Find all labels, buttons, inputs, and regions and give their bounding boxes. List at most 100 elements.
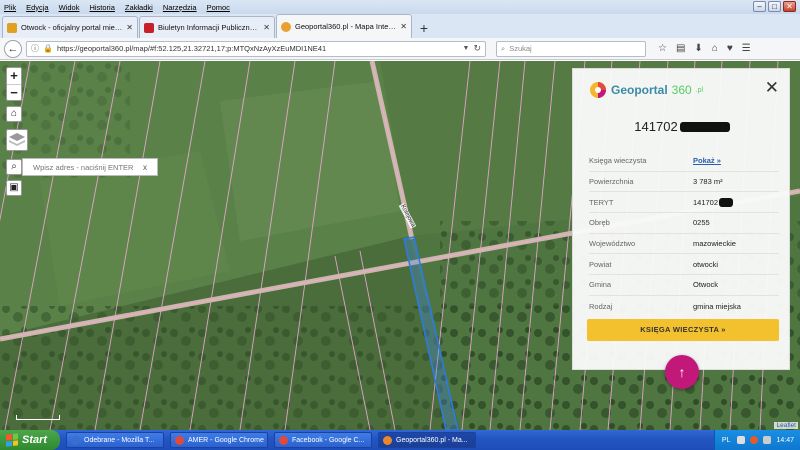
tab-otwock[interactable]: Otwock - oficjalny portal miej... ✕ (2, 16, 138, 38)
chrome-icon (175, 435, 184, 445)
window-controls: – □ ✕ (753, 1, 796, 12)
tab-geoportal[interactable]: Geoportal360.pl - Mapa Inter... ✕ (276, 14, 412, 38)
nav-bar: ← ⓘ 🔒 https://geoportal360.pl/map/#f:52.… (0, 38, 800, 60)
tab-title: Otwock - oficjalny portal miej... (21, 23, 123, 32)
clock[interactable]: 14:47 (776, 437, 794, 444)
clear-search-icon[interactable]: x (143, 163, 147, 172)
chrome-icon (279, 435, 288, 445)
address-search-box: x (22, 158, 158, 176)
minimize-button[interactable]: – (753, 1, 766, 12)
window-close-button[interactable]: ✕ (783, 1, 796, 12)
url-text[interactable]: https://geoportal360.pl/map/#f:52.125,21… (57, 44, 459, 53)
zoom-control: + − (6, 67, 22, 101)
parcel-info-panel: Geoportal 360 .pl ✕ 141702 Księga wieczyst… (572, 68, 790, 370)
menu-help[interactable]: Pomoc (207, 3, 230, 12)
tab-favicon-icon (281, 21, 291, 32)
hamburger-menu-icon[interactable]: ☰ (742, 43, 751, 54)
tab-close-icon[interactable]: ✕ (400, 22, 407, 31)
menu-file[interactable]: Plik (4, 3, 16, 12)
start-button[interactable]: Start (0, 430, 60, 450)
info-icon[interactable]: ⓘ (31, 43, 39, 54)
reload-icon[interactable]: ↻ (473, 43, 481, 54)
address-search-input[interactable] (33, 162, 143, 172)
row-county: Powiat otwocki (589, 254, 779, 276)
maximize-button[interactable]: □ (768, 1, 781, 12)
row-value-wrap: 141702 (693, 197, 734, 207)
row-voivodeship: Województwo mazowieckie (589, 234, 779, 255)
logo-number: 360 (671, 83, 692, 97)
tray-network-icon[interactable] (737, 436, 746, 444)
layers-button[interactable] (6, 129, 28, 151)
parcel-attribute-list: Księga wieczysta Pokaż » Powierzchnia 3 … (589, 151, 779, 317)
tab-close-icon[interactable]: ✕ (263, 23, 270, 32)
zoom-out-button[interactable]: − (7, 84, 21, 100)
zoom-in-button[interactable]: + (7, 68, 21, 84)
browser-search-input[interactable]: ⌕ Szukaj (496, 40, 646, 57)
taskbar-item-thunderbird[interactable]: Odebrane - Mozilla T... (66, 432, 164, 448)
url-bar[interactable]: ⓘ 🔒 https://geoportal360.pl/map/#f:52.12… (26, 40, 486, 57)
bookmark-star-icon[interactable]: ☆ (658, 43, 667, 54)
menu-view[interactable]: Widok (59, 3, 80, 12)
plot-id: 141702 (634, 119, 678, 134)
system-tray: PL 14:47 (714, 430, 800, 450)
logo-domain: .pl (695, 86, 704, 94)
row-value: Otwock (693, 280, 719, 290)
row-label: Powierzchnia (589, 177, 634, 187)
scroll-up-button[interactable]: ↑ (665, 355, 699, 389)
row-label: Obręb (589, 218, 610, 228)
row-land-register: Księga wieczysta Pokaż » (589, 151, 779, 172)
dropdown-icon[interactable]: ▼ (463, 45, 470, 52)
land-register-button[interactable]: KSIĘGA WIECZYSTA » (587, 319, 779, 341)
reading-list-icon[interactable]: ▤ (676, 43, 685, 54)
windows-flag-icon (6, 433, 18, 447)
redaction-scribble (719, 197, 734, 207)
home-icon[interactable]: ⌂ (712, 43, 718, 54)
tab-title: Geoportal360.pl - Mapa Inter... (295, 22, 397, 31)
menu-bookmarks[interactable]: Zakładki (125, 3, 153, 12)
language-indicator[interactable]: PL (722, 437, 731, 444)
row-value: otwocki (693, 259, 719, 269)
taskbar-item-chrome-amer[interactable]: AMER - Google Chrome (170, 432, 268, 448)
task-title: AMER - Google Chrome (188, 436, 264, 444)
search-placeholder: Szukaj (509, 44, 532, 53)
lock-icon: 🔒 (43, 44, 53, 53)
tray-app-icon[interactable] (750, 436, 759, 444)
show-land-register-link[interactable]: Pokaż » (693, 156, 721, 165)
pocket-icon[interactable]: ♥ (727, 43, 733, 54)
back-button[interactable]: ← (4, 39, 22, 58)
tab-bar: Otwock - oficjalny portal miej... ✕ Biul… (0, 14, 800, 38)
search-toggle-button[interactable]: ⌕ (6, 159, 22, 175)
task-title: Facebook - Google C... (292, 436, 365, 444)
row-label: Rodzaj (589, 301, 613, 311)
taskbar-item-chrome-facebook[interactable]: Facebook - Google C... (274, 432, 372, 448)
tab-favicon-icon (144, 22, 154, 33)
download-icon[interactable]: ⬇ (694, 43, 702, 54)
home-view-button[interactable]: ⌂ (6, 106, 22, 122)
geoportal-logo: Geoportal 360 .pl (589, 81, 703, 99)
layers-icon (9, 133, 25, 146)
windows-taskbar: Start Odebrane - Mozilla T... AMER - Goo… (0, 430, 800, 450)
tab-title: Biuletyn Informacji Publicznej ... (158, 23, 260, 32)
menu-edit[interactable]: Edycja (26, 3, 49, 12)
tab-close-icon[interactable]: ✕ (126, 23, 133, 32)
new-tab-button[interactable]: + (413, 18, 435, 38)
leaflet-attribution[interactable]: Leaflet (774, 422, 798, 429)
tab-bip[interactable]: Biuletyn Informacji Publicznej ... ✕ (139, 16, 275, 38)
fullscreen-button[interactable]: ▣ (6, 180, 22, 196)
tray-volume-icon[interactable] (763, 436, 772, 444)
start-label: Start (22, 434, 48, 446)
row-label: Województwo (589, 239, 636, 249)
map-view[interactable]: + − ⌂ ⌕ x ▣ Kolejowa Leaflet Geoportal36… (0, 61, 800, 430)
task-title: Odebrane - Mozilla T... (84, 436, 155, 444)
row-teryt: TERYT 141702 (589, 192, 779, 214)
geoportal-logo-icon (590, 82, 606, 98)
plot-id-heading: 141702 (573, 119, 791, 134)
tab-favicon-icon (7, 22, 17, 33)
panel-close-button[interactable]: ✕ (765, 79, 779, 96)
menu-tools[interactable]: Narzędzia (163, 3, 197, 12)
row-value: gmina miejska (693, 301, 741, 311)
row-label: TERYT (589, 197, 614, 207)
menu-history[interactable]: Historia (89, 3, 114, 12)
logo-text: Geoportal (611, 83, 668, 97)
taskbar-item-firefox-geoportal[interactable]: Geoportal360.pl - Ma... (378, 432, 476, 448)
